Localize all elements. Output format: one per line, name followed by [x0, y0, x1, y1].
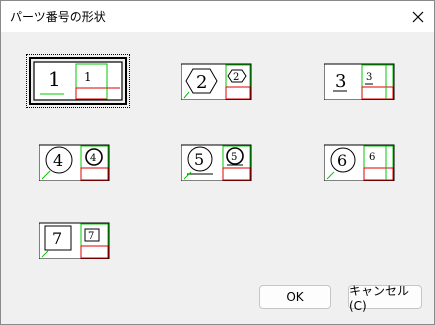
part-number-shape-dialog: パーツ番号の形状 1 1 2 2 3 3 4 4 5 5 6 6 7 7 OK … [0, 0, 435, 325]
shape-option-number-small: 6 [369, 152, 375, 163]
shape-option-number: 1 [48, 67, 61, 91]
shape-option-hexagon[interactable]: 2 2 [181, 62, 275, 106]
shape-option-number: 4 [53, 151, 63, 170]
title-bar: パーツ番号の形状 [1, 1, 434, 32]
dialog-title: パーツ番号の形状 [10, 10, 106, 24]
shape-option-number-small: 3 [366, 72, 372, 83]
shape-option-number: 7 [52, 229, 62, 248]
shape-option-circle[interactable]: 4 4 [39, 143, 133, 187]
shape-option-number: 3 [335, 71, 346, 92]
shape-option-underline[interactable]: 3 3 [324, 62, 418, 106]
shape-option-plain[interactable]: 1 1 [26, 54, 130, 108]
shape-option-number-small: 4 [90, 153, 96, 164]
shape-option-circle-underline[interactable]: 5 5 [181, 143, 275, 187]
shape-option-number: 5 [194, 150, 204, 169]
ok-button[interactable]: OK [259, 285, 331, 309]
close-icon [412, 11, 423, 22]
shape-option-number-small: 2 [233, 72, 239, 83]
shape-option-number-small: 1 [84, 70, 92, 84]
shape-option-number: 2 [196, 72, 207, 93]
shape-option-number-small: 5 [231, 152, 237, 163]
shape-option-number: 6 [337, 151, 347, 170]
cancel-button[interactable]: キャンセル(C) [348, 284, 422, 313]
shape-option-number-small: 7 [88, 231, 94, 242]
close-button[interactable] [401, 1, 434, 32]
shape-option-square[interactable]: 7 7 [39, 221, 133, 265]
shape-option-circle-large[interactable]: 6 6 [324, 143, 418, 187]
